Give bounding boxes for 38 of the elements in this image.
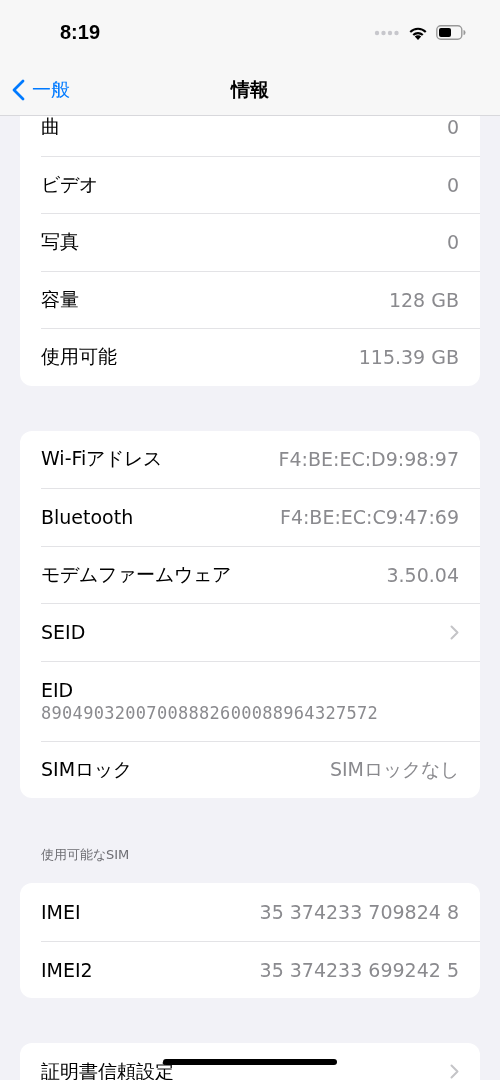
settings-row[interactable]: SEID xyxy=(41,603,480,661)
row-value: 128 GB xyxy=(388,288,459,311)
back-button[interactable]: 一般 xyxy=(0,77,70,103)
row-label: Bluetooth xyxy=(41,506,134,529)
row-label: 曲 xyxy=(41,116,60,139)
row-label: 写真 xyxy=(41,229,79,255)
row-label: EID xyxy=(41,679,74,701)
row-label: SEID xyxy=(41,621,86,644)
row-label: SIMロック xyxy=(41,756,133,782)
chevron-left-icon xyxy=(12,79,25,101)
row-label: ビデオ xyxy=(41,171,98,197)
row-value: 115.39 GB xyxy=(358,346,459,369)
row-label: 使用可能 xyxy=(41,344,117,370)
row-value: 35 374233 699242 5 xyxy=(259,958,459,981)
row-value: SIMロックなし xyxy=(329,756,459,782)
wifi-icon xyxy=(408,25,428,40)
battery-icon xyxy=(436,25,466,40)
row-label: モデムファームウェア xyxy=(41,561,231,587)
chevron-right-icon xyxy=(450,624,459,640)
row-value: 89049032007008882600088964327572 xyxy=(41,703,379,723)
no-signal-icon xyxy=(374,29,400,36)
section-header: 使用可能なSIM xyxy=(41,846,131,864)
row-value: F4:BE:EC:D9:98:97 xyxy=(278,448,459,471)
row-label: IMEI2 xyxy=(41,958,93,981)
row-value: 0 xyxy=(446,231,459,254)
row-value: 3.50.04 xyxy=(386,563,459,586)
status-time: 8:19 xyxy=(60,21,101,44)
row-value: 35 374233 709824 8 xyxy=(259,900,459,923)
page-title: 情報 xyxy=(231,77,269,102)
row-label: Wi-Fiアドレス xyxy=(41,446,163,472)
row-value: F4:BE:EC:C9:47:69 xyxy=(279,506,459,529)
row-label: IMEI xyxy=(41,900,81,923)
chevron-right-icon xyxy=(450,1064,459,1080)
row-label: 容量 xyxy=(41,286,79,312)
row-value: 0 xyxy=(446,116,459,138)
row-value: 0 xyxy=(446,173,459,196)
settings-row[interactable]: 証明書信頼設定 xyxy=(41,1043,480,1080)
row-label: 証明書信頼設定 xyxy=(41,1058,174,1080)
